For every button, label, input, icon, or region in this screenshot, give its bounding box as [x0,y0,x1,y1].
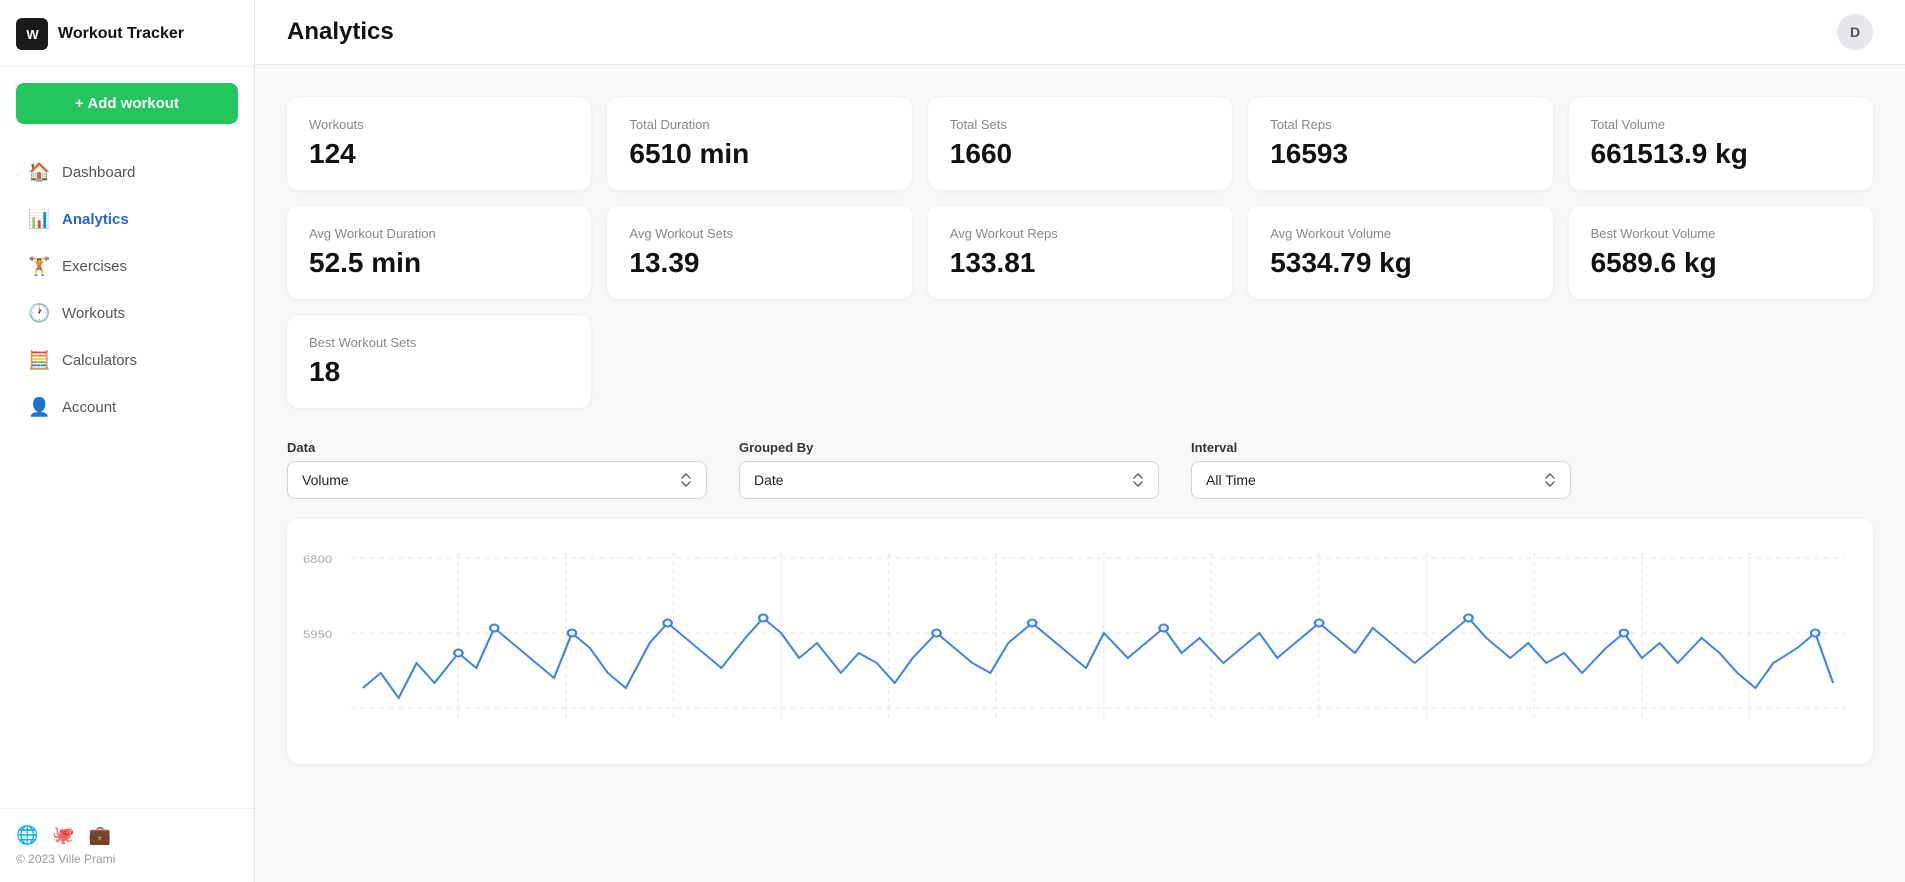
sidebar: W Workout Tracker + Add workout 🏠 Dashbo… [0,0,255,882]
stats-row-1: Workouts 124 Total Duration 6510 min Tot… [287,97,1873,190]
sidebar-nav: 🏠 Dashboard 📊 Analytics 🏋 Exercises 🕐 Wo… [0,140,254,808]
sidebar-item-label-exercises: Exercises [62,258,127,275]
stat-label: Total Reps [1270,117,1530,132]
data-label: Data [287,440,707,455]
sidebar-item-calculators[interactable]: 🧮 Calculators [8,338,246,383]
stat-value: 5334.79 kg [1270,247,1530,279]
sidebar-item-analytics[interactable]: 📊 Analytics [8,197,246,242]
add-workout-button[interactable]: + Add workout [16,83,238,124]
stat-label: Best Workout Volume [1591,226,1851,241]
interval-label: Interval [1191,440,1571,455]
stat-label: Avg Workout Reps [950,226,1210,241]
stat-card: Best Workout Volume 6589.6 kg [1569,206,1873,299]
linkedin-icon[interactable]: 💼 [89,825,111,846]
dashboard-icon: 🏠 [28,162,50,183]
stat-card: Total Duration 6510 min [607,97,911,190]
sidebar-item-label-dashboard: Dashboard [62,164,135,181]
stats-row-2: Avg Workout Duration 52.5 min Avg Workou… [287,206,1873,299]
topbar: Analytics D [255,0,1905,65]
svg-text:5950: 5950 [303,628,333,641]
globe-icon[interactable]: 🌐 [16,825,38,846]
stat-label: Total Duration [629,117,889,132]
main-content: Analytics D Workouts 124 Total Duration … [255,0,1905,882]
user-avatar[interactable]: D [1837,14,1873,50]
exercises-icon: 🏋 [28,256,50,277]
sidebar-item-exercises[interactable]: 🏋 Exercises [8,244,246,289]
stat-card: Avg Workout Volume 5334.79 kg [1248,206,1552,299]
analytics-content: Workouts 124 Total Duration 6510 min Tot… [255,65,1905,882]
stat-label: Avg Workout Volume [1270,226,1530,241]
account-icon: 👤 [28,397,50,418]
sidebar-item-account[interactable]: 👤 Account [8,385,246,430]
stat-value: 133.81 [950,247,1210,279]
stat-value: 661513.9 kg [1591,138,1851,170]
stat-value: 6589.6 kg [1591,247,1851,279]
grouped-by-select[interactable]: DateExerciseMuscle Group [739,461,1159,499]
sidebar-header: W Workout Tracker [0,0,254,67]
analytics-icon: 📊 [28,209,50,230]
grouped-label: Grouped By [739,440,1159,455]
stat-value: 13.39 [629,247,889,279]
sidebar-item-workouts[interactable]: 🕐 Workouts [8,291,246,336]
sidebar-item-label-calculators: Calculators [62,352,137,369]
stat-value: 124 [309,138,569,170]
social-links: 🌐 🐙 💼 [16,825,238,846]
stat-label: Total Sets [950,117,1210,132]
stat-card: Avg Workout Duration 52.5 min [287,206,591,299]
stat-card: Avg Workout Reps 133.81 [928,206,1232,299]
copyright: © 2023 Ville Prami [16,852,238,866]
svg-text:6800: 6800 [303,553,333,566]
stat-value: 16593 [1270,138,1530,170]
stat-card: Avg Workout Sets 13.39 [607,206,911,299]
stat-label: Avg Workout Duration [309,226,569,241]
stat-label: Avg Workout Sets [629,226,889,241]
data-select[interactable]: VolumeSetsRepsDuration [287,461,707,499]
stat-card: Total Reps 16593 [1248,97,1552,190]
app-title: Workout Tracker [58,25,184,43]
stat-value: 1660 [950,138,1210,170]
interval-control: Interval All TimeLast 7 DaysLast 30 Days… [1191,440,1571,499]
data-control: Data VolumeSetsRepsDuration [287,440,707,499]
stat-label: Workouts [309,117,569,132]
app-logo: W [16,18,48,50]
stats-row-3: Best Workout Sets 18 [287,315,1873,408]
interval-select[interactable]: All TimeLast 7 DaysLast 30 DaysLast 90 D… [1191,461,1571,499]
calculators-icon: 🧮 [28,350,50,371]
stat-value: 6510 min [629,138,889,170]
chart-container: 6800 5950 [287,519,1873,764]
line-chart: 6800 5950 [303,543,1857,743]
stat-label: Best Workout Sets [309,335,569,350]
github-icon[interactable]: 🐙 [52,825,74,846]
stat-label: Total Volume [1591,117,1851,132]
sidebar-item-label-workouts: Workouts [62,305,125,322]
sidebar-item-label-account: Account [62,399,116,416]
chart-controls: Data VolumeSetsRepsDuration Grouped By D… [287,440,1873,499]
workouts-icon: 🕐 [28,303,50,324]
grouped-control: Grouped By DateExerciseMuscle Group [739,440,1159,499]
stat-value: 18 [309,356,569,388]
stat-card: Best Workout Sets 18 [287,315,591,408]
sidebar-item-dashboard[interactable]: 🏠 Dashboard [8,150,246,195]
stat-card: Total Sets 1660 [928,97,1232,190]
page-title: Analytics [287,18,394,46]
stat-card: Total Volume 661513.9 kg [1569,97,1873,190]
stat-card: Workouts 124 [287,97,591,190]
sidebar-item-label-analytics: Analytics [62,211,129,228]
sidebar-footer: 🌐 🐙 💼 © 2023 Ville Prami [0,808,254,882]
stat-value: 52.5 min [309,247,569,279]
